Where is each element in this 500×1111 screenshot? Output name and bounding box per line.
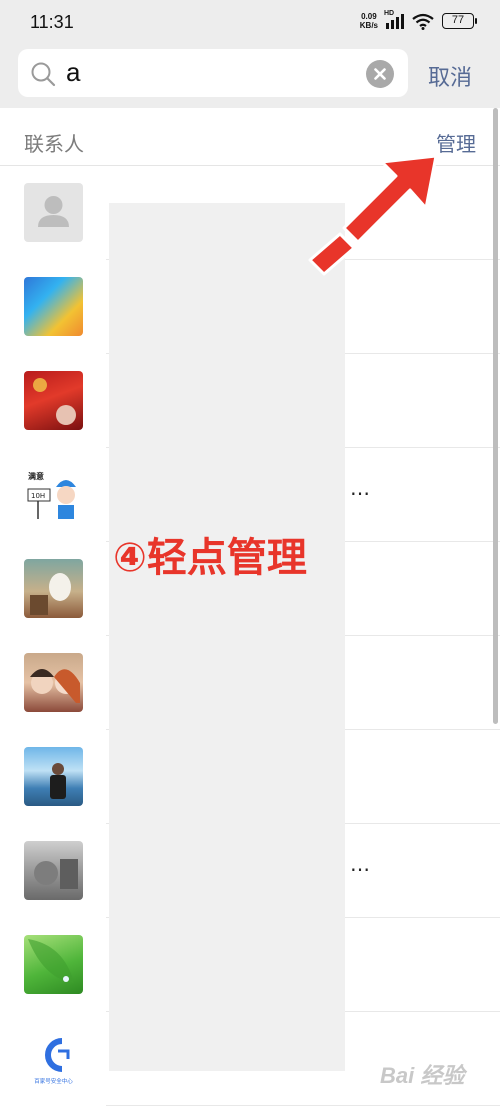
network-speed: 0.09 KB/s [359,12,378,30]
battery-level: 77 [451,14,465,26]
section-title: 联系人 [24,132,84,156]
status-bar: 11:31 0.09 KB/s HD 77 [0,0,500,44]
annotation-label: ④轻点管理 [113,535,307,581]
clear-search-icon[interactable] [366,60,394,88]
search-bar: a 取消 [0,44,500,108]
svg-text:满意: 满意 [28,471,44,481]
signal-icon: HD [384,10,404,29]
watermark: Bai 经验 [380,1063,465,1088]
svg-text:百家号安全中心: 百家号安全中心 [34,1077,73,1085]
cartoon-worker-avatar: 满意 10H [24,465,83,524]
blue-gradient-avatar [24,277,83,336]
search-icon [31,62,56,87]
cancel-button[interactable]: 取消 [428,60,472,92]
status-indicators: 0.09 KB/s HD 77 [359,10,477,30]
scrollbar[interactable] [493,108,498,724]
redacted-names-overlay [109,203,345,1071]
couple-illustration-avatar [24,653,83,712]
manage-button[interactable]: 管理 [436,128,476,157]
seaside-person-avatar [24,747,83,806]
status-time: 11:31 [30,12,74,32]
svg-text:10H: 10H [31,492,45,500]
moomin-avatar [24,559,83,618]
red-photo-avatar [24,371,83,430]
search-query: a [66,57,81,87]
battery-icon: 77 [442,13,477,29]
network-badge: HD [384,9,395,17]
security-center-logo-avatar: 百家号安全中心 [24,1029,83,1088]
green-leaf-avatar [24,935,83,994]
contact-name-ellipsis: … [350,852,372,876]
machine-photo-avatar [24,841,83,900]
search-input[interactable]: a [18,49,408,97]
contact-name-ellipsis: … [350,476,372,500]
annotation-arrow-icon [308,154,438,276]
divider [106,1105,500,1106]
wifi-icon [412,13,434,30]
person-icon [38,196,69,227]
default-person-avatar [24,183,83,242]
